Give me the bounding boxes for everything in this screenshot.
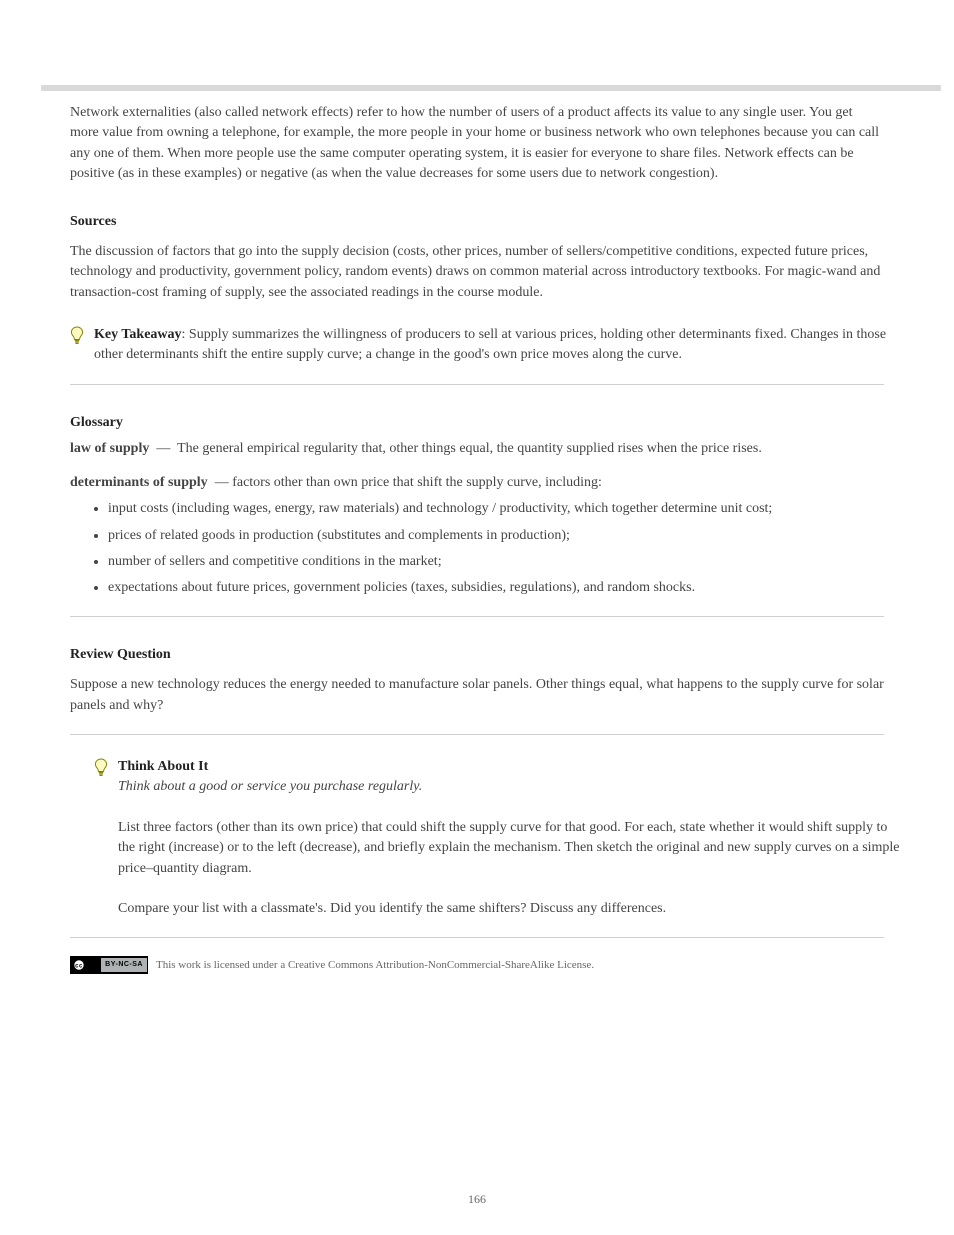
key-takeaway-label: Key Takeaway [94,327,182,342]
glossary-def-1: The general empirical regularity that, o… [177,441,762,456]
key-takeaway-block: Key Takeaway: Supply summarizes the will… [70,325,908,366]
sources-paragraph: The discussion of factors that go into t… [70,242,884,303]
glossary-term-2: determinants of supply [70,475,208,490]
divider [70,616,884,617]
glossary-entry-1: law of supply — The general empirical re… [70,439,884,459]
svg-text:cc: cc [75,964,83,970]
exercise-label: Think About It [118,759,208,774]
divider [70,384,884,385]
key-takeaway-text: Key Takeaway: Supply summarizes the will… [94,325,908,366]
lightbulb-icon [94,758,108,778]
document-page: Network externalities (also called netwo… [0,0,954,1235]
sources-heading: Sources [70,214,884,230]
page-number: 166 [0,1192,954,1207]
divider [70,734,884,735]
list-item: input costs (including wages, energy, ra… [108,499,884,519]
list-item: prices of related goods in production (s… [108,526,884,546]
exercise-line3: Compare your list with a classmate's. Di… [118,901,666,916]
exercise-line1: Think about a good or service you purcha… [118,779,422,794]
divider [70,937,884,938]
glossary-term-1: law of supply [70,441,149,456]
list-item: number of sellers and competitive condit… [108,552,884,572]
review-heading: Review Question [70,647,884,663]
glossary-heading: Glossary [70,415,884,431]
glossary-list: input costs (including wages, energy, ra… [86,499,884,598]
cc-badge-icon: cc BY-NC-SA [70,956,148,974]
review-question: Suppose a new technology reduces the ene… [70,675,884,716]
lightbulb-icon [70,326,84,346]
intro-paragraph: Network externalities (also called netwo… [70,103,884,184]
page-header [46,40,908,80]
header-rule [41,85,941,91]
exercise-line2: List three factors (other than its own p… [118,820,900,876]
key-takeaway-body: Supply summarizes the willingness of pro… [94,327,886,362]
glossary-entry-2: determinants of supply — factors other t… [70,473,884,493]
license-text: This work is licensed under a Creative C… [156,959,594,971]
license-block: cc BY-NC-SA This work is licensed under … [70,956,908,974]
list-item: expectations about future prices, govern… [108,578,884,598]
exercise-text: Think About It Think about a good or ser… [118,757,908,919]
exercise-block: Think About It Think about a good or ser… [94,757,908,919]
